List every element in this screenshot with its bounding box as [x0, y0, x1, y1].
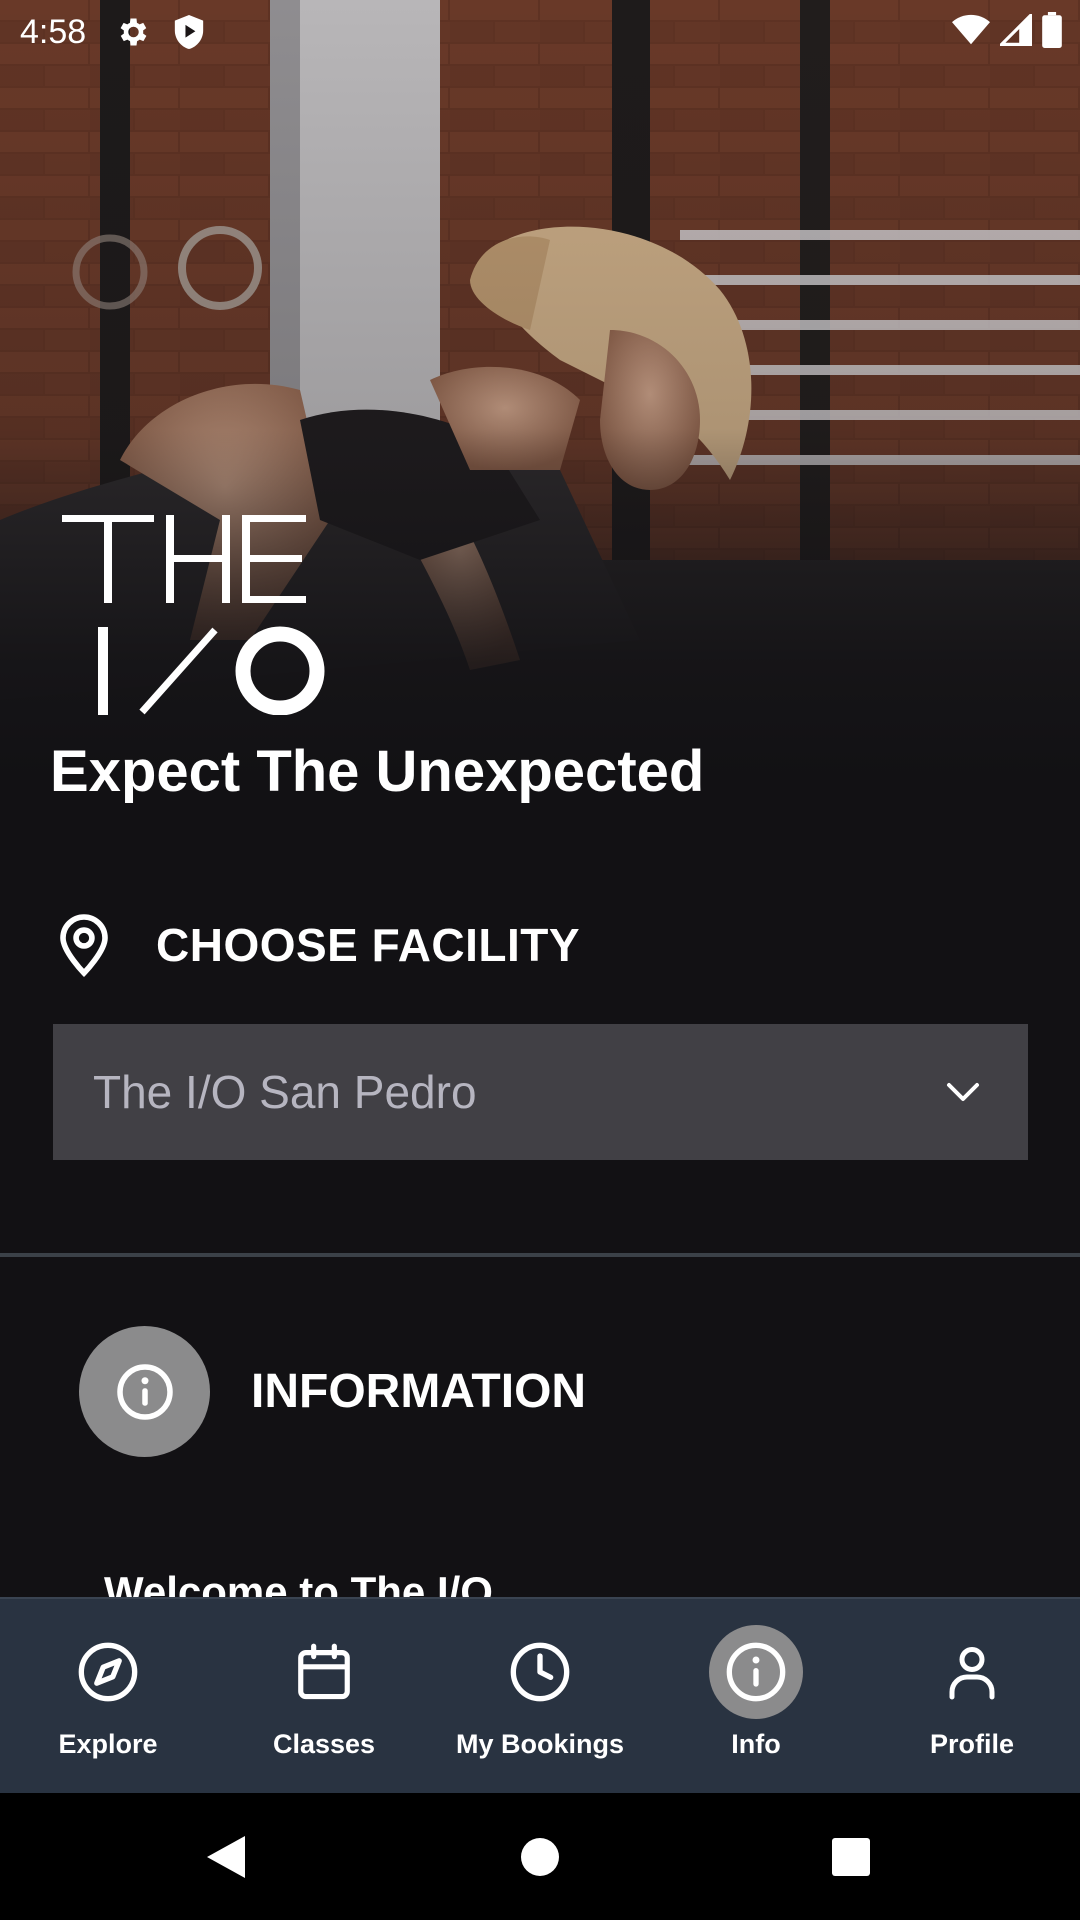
home-circle-icon[interactable] — [520, 1837, 560, 1877]
nav-label: My Bookings — [455, 1729, 624, 1759]
facility-dropdown[interactable]: The I/O San Pedro — [53, 1024, 1028, 1160]
nav-my-bookings[interactable]: My Bookings — [432, 1599, 648, 1793]
nav-explore[interactable]: Explore — [0, 1599, 216, 1793]
status-bar: 4:58 — [0, 0, 1080, 64]
bottom-navigation: Explore Classes My Bookings Info Profile — [0, 1597, 1080, 1793]
compass-icon — [61, 1625, 155, 1719]
person-icon — [925, 1625, 1019, 1719]
map-pin-icon — [56, 912, 112, 978]
information-section-header: INFORMATION — [79, 1326, 586, 1457]
nav-label: Info — [731, 1729, 781, 1759]
brand-logo — [62, 515, 332, 720]
system-navigation-bar — [0, 1793, 1080, 1920]
play-protect-shield-icon — [172, 13, 206, 51]
nav-label: Explore — [58, 1729, 158, 1759]
nav-profile[interactable]: Profile — [864, 1599, 1080, 1793]
recents-square-icon[interactable] — [831, 1837, 871, 1877]
information-title: INFORMATION — [251, 1365, 587, 1418]
status-time: 4:58 — [20, 12, 87, 51]
clock-icon — [493, 1625, 587, 1719]
calendar-icon — [277, 1625, 371, 1719]
choose-facility-title: CHOOSE FACILITY — [156, 919, 581, 971]
info-icon — [709, 1625, 803, 1719]
battery-icon — [1042, 12, 1062, 53]
nav-info[interactable]: Info — [648, 1599, 864, 1793]
info-icon — [79, 1326, 210, 1457]
chevron-down-icon — [946, 1081, 980, 1103]
wifi-icon — [952, 14, 990, 51]
nav-classes[interactable]: Classes — [216, 1599, 432, 1793]
settings-gear-icon — [114, 14, 150, 50]
signal-icon — [997, 11, 1032, 51]
hero-tagline: Expect The Unexpected — [50, 739, 705, 804]
nav-label: Classes — [272, 1729, 376, 1759]
nav-label: Profile — [929, 1729, 1015, 1759]
section-divider — [0, 1253, 1080, 1257]
back-triangle-icon[interactable] — [205, 1834, 247, 1880]
facility-selected-value: The I/O San Pedro — [93, 1066, 477, 1118]
hero-banner: 4:58 — [0, 0, 1080, 780]
choose-facility-header: CHOOSE FACILITY — [56, 912, 580, 978]
